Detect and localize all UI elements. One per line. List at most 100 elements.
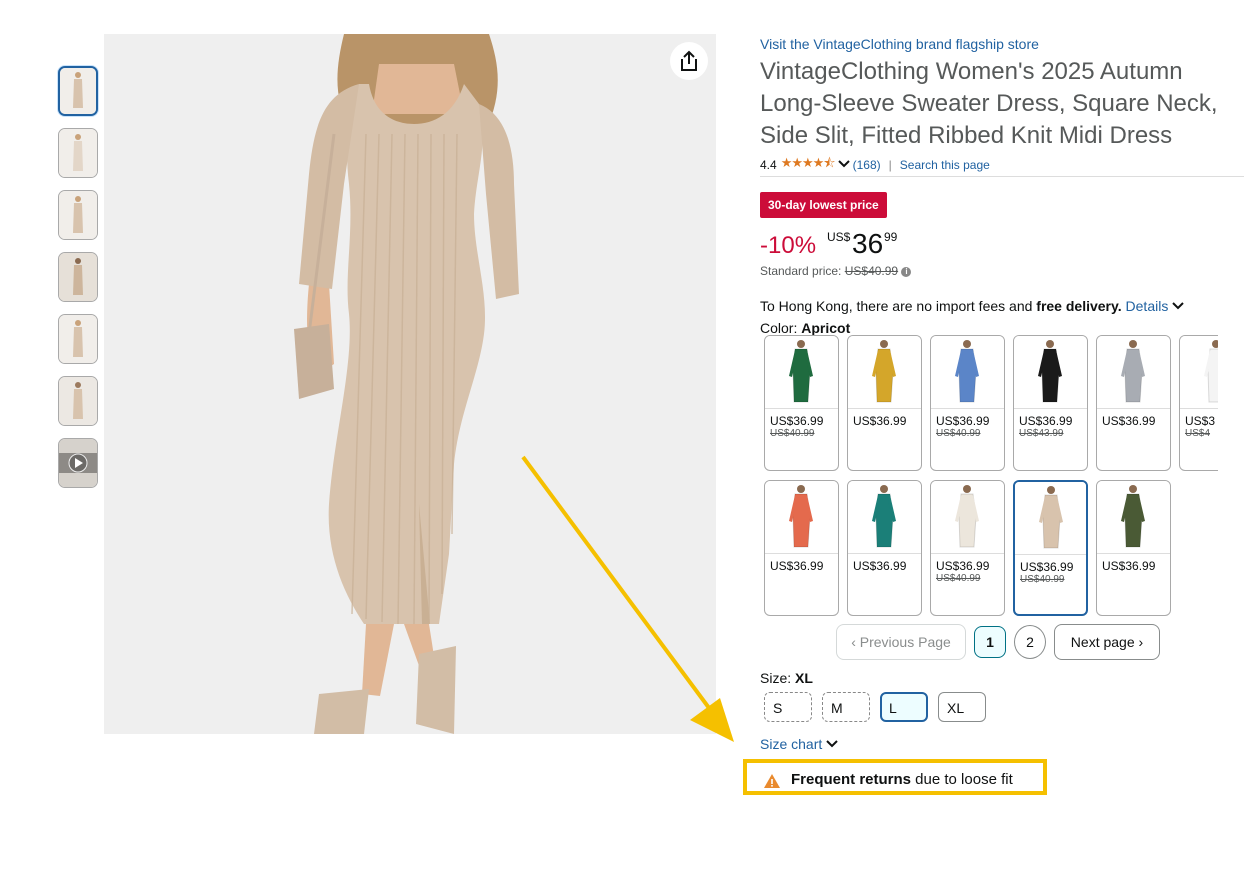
- swatch-image: [765, 481, 838, 554]
- color-swatch[interactable]: US$36.99: [1096, 480, 1171, 616]
- discount-percent: -10%: [760, 232, 817, 259]
- color-swatch-grid: US$36.99 US$40.99 US$36.99 US$36.99 US$40.99…: [764, 335, 1218, 621]
- size-option-s[interactable]: S: [764, 692, 812, 722]
- thumbnail-4[interactable]: [58, 252, 98, 302]
- selected-color: Apricot: [801, 320, 851, 336]
- swatch-old-price: US$40.99: [770, 428, 815, 439]
- warning-icon: [764, 774, 780, 788]
- swatch-image: [931, 481, 1004, 554]
- separator: |: [888, 158, 892, 172]
- color-swatch[interactable]: US$3 US$4: [1179, 335, 1218, 471]
- swatch-image: [1014, 336, 1087, 409]
- thumbnail-3[interactable]: [58, 190, 98, 240]
- swatch-price: US$36.99: [853, 559, 907, 573]
- swatch-price: US$36.99: [936, 414, 990, 428]
- color-swatch[interactable]: US$36.99: [764, 480, 839, 616]
- swatch-image: [848, 481, 921, 554]
- swatch-old-price: US$40.99: [936, 428, 981, 439]
- swatch-image: [765, 336, 838, 409]
- color-swatch[interactable]: US$36.99: [847, 335, 922, 471]
- swatch-price: US$36.99: [936, 559, 990, 573]
- previous-page-label: Previous Page: [859, 634, 951, 650]
- swatch-price: US$36.99: [1019, 414, 1073, 428]
- swatch-price: US$36.99: [1102, 559, 1156, 573]
- color-swatch[interactable]: US$36.99: [1096, 335, 1171, 471]
- warning-rest: due to loose fit: [911, 771, 1013, 788]
- size-chart-link[interactable]: Size chart: [760, 736, 838, 752]
- star-rating-icon[interactable]: ★★★★⯪: [781, 154, 836, 176]
- color-swatch[interactable]: US$36.99 US$40.99: [764, 335, 839, 471]
- delivery-text: To Hong Kong, there are no import fees a…: [760, 298, 1037, 314]
- color-swatch[interactable]: US$36.99 US$40.99: [930, 335, 1005, 471]
- price-currency: US$: [827, 230, 851, 244]
- swatch-price: US$36.99: [770, 559, 824, 573]
- rating-value: 4.4: [760, 158, 777, 172]
- swatch-image: [1097, 336, 1170, 409]
- warning-bold: Frequent returns: [791, 771, 912, 788]
- swatch-price: US$36.99: [853, 414, 907, 428]
- delivery-bold: free delivery.: [1036, 298, 1122, 314]
- swatch-price: US$36.99: [770, 414, 824, 428]
- swatch-image: [1180, 336, 1218, 409]
- next-page-button[interactable]: Next page ›: [1054, 624, 1160, 660]
- size-label-text: Size:: [760, 670, 792, 686]
- product-details: Visit the VintageClothing brand flagship…: [760, 34, 1244, 752]
- page-1-button[interactable]: 1: [974, 626, 1006, 658]
- color-swatch[interactable]: US$36.99 US$40.99: [1013, 480, 1088, 616]
- dress-model-figure: [104, 34, 716, 734]
- thumbnail-strip: [58, 66, 98, 500]
- swatch-old-price: US$40.99: [936, 573, 981, 584]
- brand-store-link[interactable]: Visit the VintageClothing brand flagship…: [760, 34, 1244, 54]
- return-warning: Frequent returns due to loose fit: [764, 771, 1013, 788]
- swatch-image: [848, 336, 921, 409]
- swatch-old-price: US$4: [1185, 428, 1211, 439]
- deal-badge: 30-day lowest price: [760, 192, 887, 218]
- share-icon: [681, 50, 697, 71]
- price-whole: 36: [852, 228, 884, 259]
- page-2-button[interactable]: 2: [1014, 625, 1046, 659]
- size-label: Size: XL: [760, 670, 813, 686]
- next-page-label: Next page: [1070, 634, 1135, 650]
- chevron-down-icon[interactable]: [1172, 301, 1184, 311]
- warning-text: Frequent returns due to loose fit: [791, 771, 1013, 788]
- swatch-price: US$3: [1185, 414, 1216, 428]
- price-fraction: 99: [884, 230, 898, 244]
- share-button[interactable]: [670, 42, 708, 80]
- color-swatch[interactable]: US$36.99 US$43.99: [1013, 335, 1088, 471]
- color-swatch[interactable]: US$36.99 US$40.99: [930, 480, 1005, 616]
- standard-price-label: Standard price:: [760, 264, 842, 278]
- previous-page-button[interactable]: ‹ Previous Page: [836, 624, 966, 660]
- standard-price: Standard price: US$40.99 i: [760, 264, 1244, 278]
- size-option-xl[interactable]: XL: [938, 692, 986, 722]
- size-option-m[interactable]: M: [822, 692, 870, 722]
- thumbnail-video[interactable]: [58, 438, 98, 488]
- delivery-info: To Hong Kong, there are no import fees a…: [760, 298, 1244, 314]
- chevron-down-icon[interactable]: [837, 158, 850, 172]
- chevron-left-icon: ‹: [851, 634, 860, 650]
- swatch-price: US$36.99: [1020, 560, 1074, 574]
- search-this-page-link[interactable]: Search this page: [900, 158, 990, 172]
- thumbnail-2[interactable]: [58, 128, 98, 178]
- color-swatch[interactable]: US$36.99: [847, 480, 922, 616]
- size-chart-label[interactable]: Size chart: [760, 736, 822, 752]
- thumbnail-1[interactable]: [58, 66, 98, 116]
- swatch-image: [1015, 482, 1086, 555]
- chevron-down-icon: [826, 740, 838, 748]
- color-label: Color: Apricot: [760, 320, 1244, 336]
- main-product-image[interactable]: [104, 34, 716, 734]
- chevron-right-icon: ›: [1134, 634, 1144, 650]
- size-option-l[interactable]: L: [880, 692, 928, 722]
- review-count-link[interactable]: (168): [853, 158, 881, 172]
- delivery-details-link[interactable]: Details: [1126, 298, 1169, 314]
- standard-price-value: US$40.99: [844, 264, 899, 278]
- swatch-old-price: US$40.99: [1020, 574, 1065, 585]
- price-row: -10% US$ 36 99: [760, 224, 1244, 259]
- selected-size: XL: [795, 670, 813, 686]
- color-label-text: Color:: [760, 320, 798, 336]
- product-title: VintageClothing Women's 2025 Autumn Long…: [760, 58, 1218, 149]
- thumbnail-6[interactable]: [58, 376, 98, 426]
- swatch-price: US$36.99: [1102, 414, 1156, 428]
- return-warning-highlight: Frequent returns due to loose fit: [743, 759, 1047, 795]
- info-icon[interactable]: i: [901, 266, 912, 277]
- thumbnail-5[interactable]: [58, 314, 98, 364]
